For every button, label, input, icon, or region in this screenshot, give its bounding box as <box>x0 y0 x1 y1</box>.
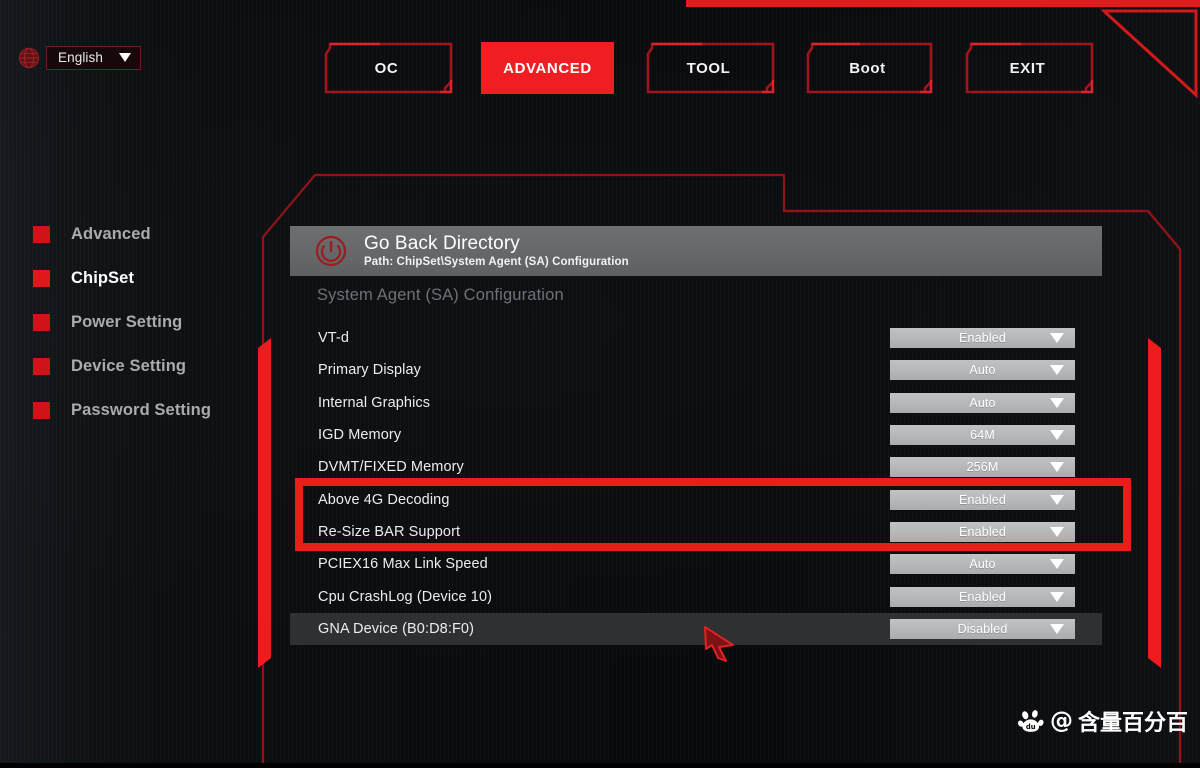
setting-dropdown[interactable]: Enabled <box>890 521 1075 542</box>
bullet-square-icon <box>33 269 50 287</box>
bullet-square-icon <box>33 313 50 331</box>
setting-dropdown[interactable]: Disabled <box>890 618 1075 639</box>
sidebar-item-label: Password Setting <box>71 400 212 419</box>
setting-row-above-4g-decoding[interactable]: Above 4G Decoding Enabled <box>290 483 1102 515</box>
chevron-down-icon <box>1050 623 1064 634</box>
tab-exit[interactable]: EXIT <box>961 42 1094 94</box>
main-tab-bar: OC ADVANCED TOOL Boot EXIT <box>0 42 1200 96</box>
chevron-down-icon <box>1050 591 1064 602</box>
setting-label: PCIEX16 Max Link Speed <box>318 556 488 573</box>
sidebar-item-power-setting[interactable]: Power Setting <box>33 300 243 344</box>
tab-oc[interactable]: OC <box>320 42 453 94</box>
sidebar-item-device-setting[interactable]: Device Setting <box>33 344 243 388</box>
tab-tool[interactable]: TOOL <box>642 42 775 94</box>
directory-path: Path: ChipSet\System Agent (SA) Configur… <box>364 256 629 268</box>
setting-value: Enabled <box>959 331 1006 346</box>
sidebar-item-label: Power Setting <box>71 312 183 331</box>
chevron-down-icon <box>1050 526 1064 537</box>
tab-label: OC <box>374 59 399 77</box>
go-back-directory-header[interactable]: Go Back Directory Path: ChipSet\System A… <box>290 226 1102 276</box>
setting-value: 256M <box>966 460 999 475</box>
baidu-paw-icon: du <box>1018 709 1044 732</box>
chevron-down-icon <box>1050 494 1064 505</box>
chevron-down-icon <box>1050 559 1064 570</box>
setting-row-internal-graphics[interactable]: Internal Graphics Auto <box>290 387 1102 419</box>
setting-row-igd-memory[interactable]: IGD Memory 64M <box>290 419 1102 451</box>
setting-row-vt-d[interactable]: VT-d Enabled <box>290 322 1102 354</box>
sidebar-item-advanced[interactable]: Advanced <box>33 212 243 256</box>
svg-text:du: du <box>1026 723 1036 731</box>
setting-label: Re-Size BAR Support <box>318 523 461 540</box>
setting-label: VT-d <box>318 330 350 347</box>
tab-boot[interactable]: Boot <box>802 42 933 94</box>
setting-value: Enabled <box>959 492 1006 507</box>
setting-dropdown[interactable]: Auto <box>890 392 1075 413</box>
chevron-down-icon <box>1050 365 1064 376</box>
setting-row-primary-display[interactable]: Primary Display Auto <box>290 354 1102 386</box>
tab-label: Boot <box>849 59 886 77</box>
setting-value: Enabled <box>959 524 1006 539</box>
bullet-square-icon <box>33 225 50 243</box>
watermark-at: @ <box>1049 707 1073 734</box>
tab-label: ADVANCED <box>503 59 592 77</box>
sidebar-item-password-setting[interactable]: Password Setting <box>33 388 243 432</box>
section-title: System Agent (SA) Configuration <box>317 286 564 304</box>
setting-dropdown[interactable]: Enabled <box>890 328 1075 349</box>
sidebar-item-chipset[interactable]: ChipSet <box>33 256 243 300</box>
setting-dropdown[interactable]: Enabled <box>890 586 1075 607</box>
directory-title: Go Back Directory <box>364 233 520 254</box>
bullet-square-icon <box>33 357 50 375</box>
setting-dropdown[interactable]: 64M <box>890 425 1075 446</box>
setting-label: Cpu CrashLog (Device 10) <box>318 588 493 605</box>
setting-label: DVMT/FIXED Memory <box>318 459 464 476</box>
setting-value: 64M <box>970 428 995 443</box>
setting-value: Auto <box>969 395 996 410</box>
setting-dropdown[interactable]: 256M <box>890 457 1075 478</box>
setting-value: Disabled <box>957 621 1008 636</box>
setting-row-dvmt-fixed-memory[interactable]: DVMT/FIXED Memory 256M <box>290 451 1102 483</box>
left-accent-bar <box>258 338 271 668</box>
chevron-down-icon <box>1050 430 1064 441</box>
chevron-down-icon <box>1050 397 1064 408</box>
tab-advanced[interactable]: ADVANCED <box>481 42 614 94</box>
setting-label: GNA Device (B0:D8:F0) <box>318 620 475 637</box>
sidebar-item-label: Device Setting <box>71 356 187 375</box>
setting-row-gna-device[interactable]: GNA Device (B0:D8:F0) Disabled <box>290 612 1102 645</box>
setting-dropdown[interactable]: Enabled <box>890 489 1075 510</box>
watermark-text: 含量百分百 <box>1077 711 1188 736</box>
setting-label: Primary Display <box>318 362 422 379</box>
bullet-square-icon <box>33 401 50 419</box>
right-accent-bar <box>1148 338 1161 668</box>
setting-label: Internal Graphics <box>318 394 431 411</box>
sidebar-item-label: Advanced <box>71 224 151 243</box>
setting-value: Auto <box>969 363 996 378</box>
setting-dropdown[interactable]: Auto <box>890 554 1075 575</box>
tab-label: EXIT <box>1009 59 1046 77</box>
settings-list: VT-d Enabled Primary Display Auto Intern… <box>290 322 1102 645</box>
power-back-icon <box>315 235 347 267</box>
setting-row-cpu-crashlog[interactable]: Cpu CrashLog (Device 10) Enabled <box>290 580 1102 612</box>
setting-value: Auto <box>969 557 996 572</box>
setting-label: IGD Memory <box>318 427 402 444</box>
setting-value: Enabled <box>959 589 1006 604</box>
setting-dropdown[interactable]: Auto <box>890 360 1075 381</box>
top-red-bar <box>686 0 1200 7</box>
setting-row-re-size-bar-support[interactable]: Re-Size BAR Support Enabled <box>290 516 1102 548</box>
sidebar-nav: Advanced ChipSet Power Setting Device Se… <box>33 212 243 432</box>
tab-label: TOOL <box>686 59 731 77</box>
watermark: du @ 含量百分百 <box>1018 705 1188 737</box>
setting-row-pciex16-max-link-speed[interactable]: PCIEX16 Max Link Speed Auto <box>290 548 1102 580</box>
chevron-down-icon <box>1050 333 1064 344</box>
chevron-down-icon <box>1050 462 1064 473</box>
sidebar-item-label: ChipSet <box>71 268 135 287</box>
setting-label: Above 4G Decoding <box>318 491 450 508</box>
